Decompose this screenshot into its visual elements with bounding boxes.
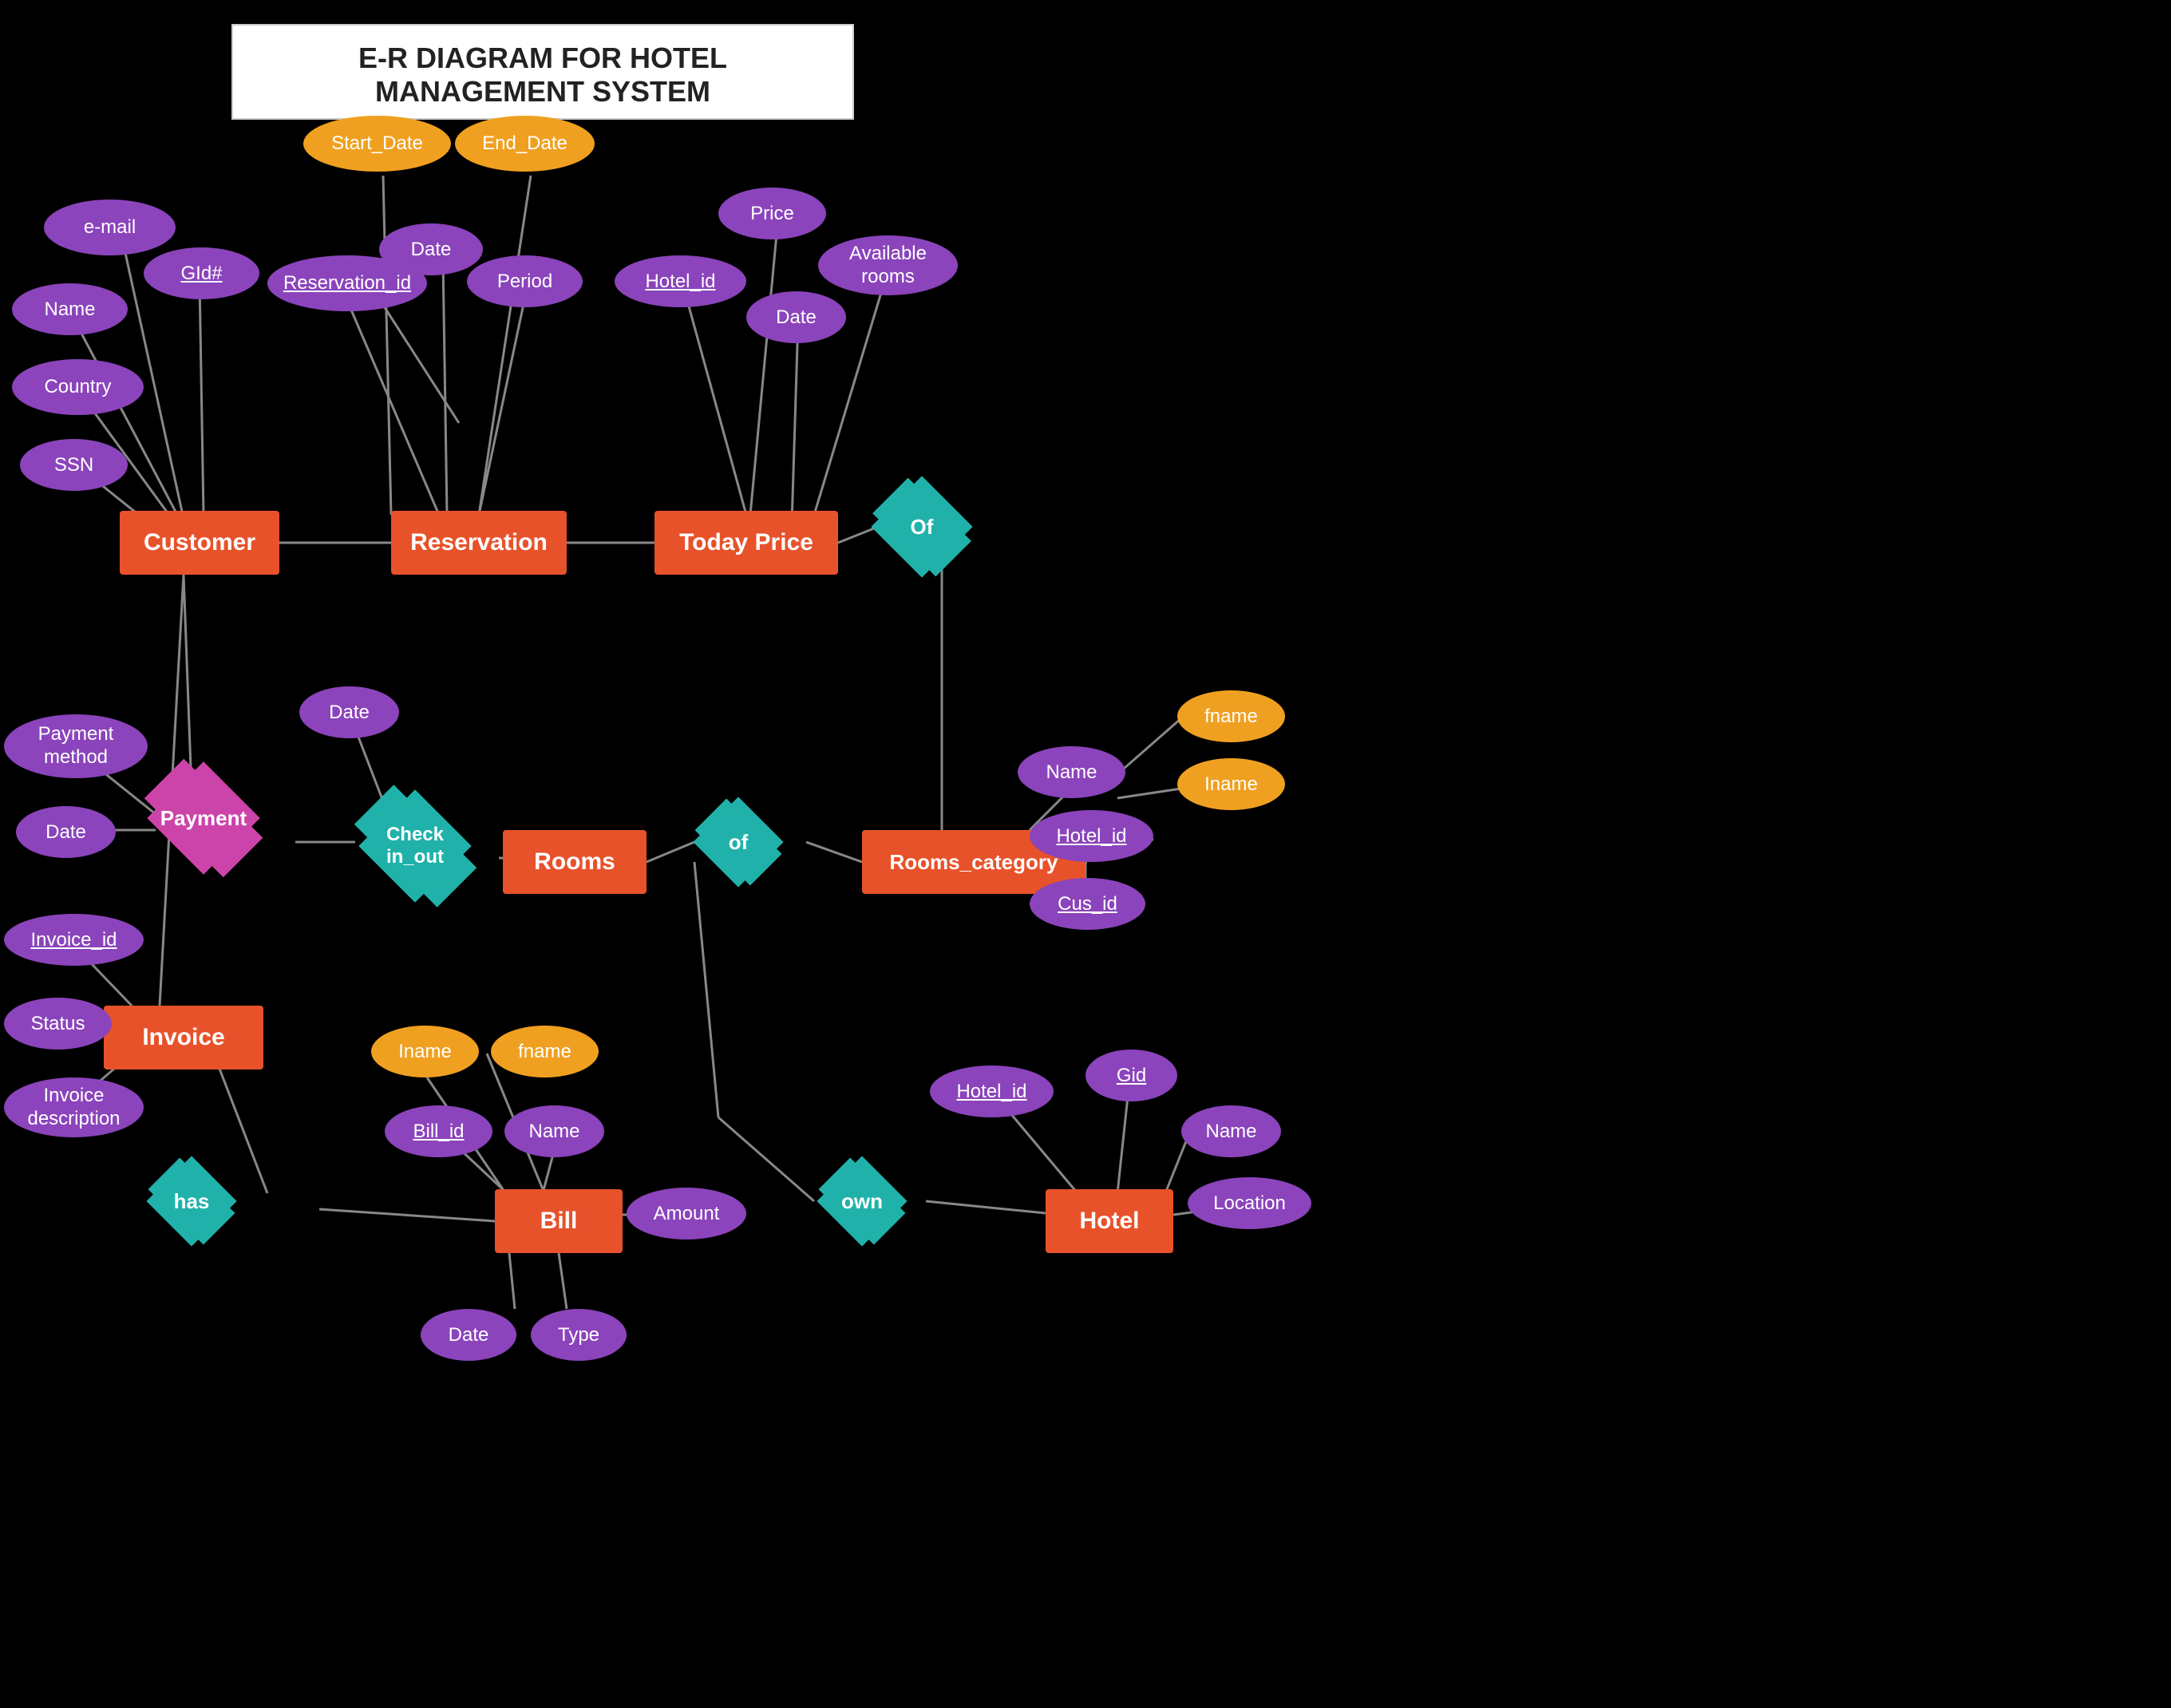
relationship-has: has [136, 1169, 247, 1233]
attribute-hotel-id-h: Hotel_id [930, 1066, 1054, 1117]
relationship-payment: Payment [124, 778, 283, 858]
entity-customer: Customer [120, 511, 279, 575]
attribute-hotel-name: Name [1181, 1105, 1281, 1157]
attribute-gid: GId# [144, 247, 259, 299]
entity-rooms: Rooms [503, 830, 647, 894]
diagram-container: E-R DIAGRAM FOR HOTEL MANAGEMENT SYSTEM … [0, 0, 2171, 1708]
attribute-date-tp: Date [746, 291, 846, 343]
relationship-own: own [806, 1169, 918, 1233]
attribute-rc-iname: Iname [1177, 758, 1285, 810]
attribute-bill-id: Bill_id [385, 1105, 492, 1157]
relationship-of: Of [858, 491, 986, 563]
attribute-bill-date: Date [421, 1309, 516, 1361]
attribute-hotel-id-r: Hotel_id [615, 255, 746, 307]
attribute-rc-hotel-id: Hotel_id [1030, 810, 1153, 862]
attribute-rc-cus-id: Cus_id [1030, 878, 1145, 930]
attribute-gid-h: Gid [1086, 1050, 1177, 1101]
attribute-bill-fname: fname [491, 1026, 599, 1077]
attribute-price: Price [718, 188, 826, 239]
attribute-payment-method: Payment method [4, 714, 148, 778]
attribute-bill-name: Name [504, 1105, 604, 1157]
attribute-period: Period [467, 255, 583, 307]
attribute-start-date: Start_Date [303, 116, 451, 172]
entity-todayprice: Today Price [654, 511, 838, 575]
attribute-end-date: End_Date [455, 116, 595, 172]
attribute-location: Location [1188, 1177, 1311, 1229]
attribute-email: e-mail [44, 200, 176, 255]
entity-reservation: Reservation [391, 511, 567, 575]
attribute-avail-rooms: Available rooms [818, 235, 958, 295]
relationship-of2: of [682, 810, 794, 874]
attribute-invoice-desc: Invoice description [4, 1077, 144, 1137]
attribute-rc-name: Name [1018, 746, 1125, 798]
attribute-date-r: Date [379, 223, 483, 275]
diagram-title: E-R DIAGRAM FOR HOTEL MANAGEMENT SYSTEM [231, 24, 854, 120]
entity-hotel: Hotel [1046, 1189, 1173, 1253]
attribute-invoice-id: Invoice_id [4, 914, 144, 966]
attribute-date-check: Date [299, 686, 399, 738]
attribute-name-c: Name [12, 283, 128, 335]
attribute-bill-iname: Iname [371, 1026, 479, 1077]
attribute-rc-fname: fname [1177, 690, 1285, 742]
attribute-amount: Amount [627, 1188, 746, 1239]
entity-bill: Bill [495, 1189, 623, 1253]
attribute-date-pay: Date [16, 806, 116, 858]
entity-invoice: Invoice [104, 1006, 263, 1069]
attribute-bill-type: Type [531, 1309, 627, 1361]
attribute-country: Country [12, 359, 144, 415]
relationship-checkinout: Checkin_out [331, 806, 499, 886]
attribute-ssn: SSN [20, 439, 128, 491]
attribute-status: Status [4, 998, 112, 1050]
